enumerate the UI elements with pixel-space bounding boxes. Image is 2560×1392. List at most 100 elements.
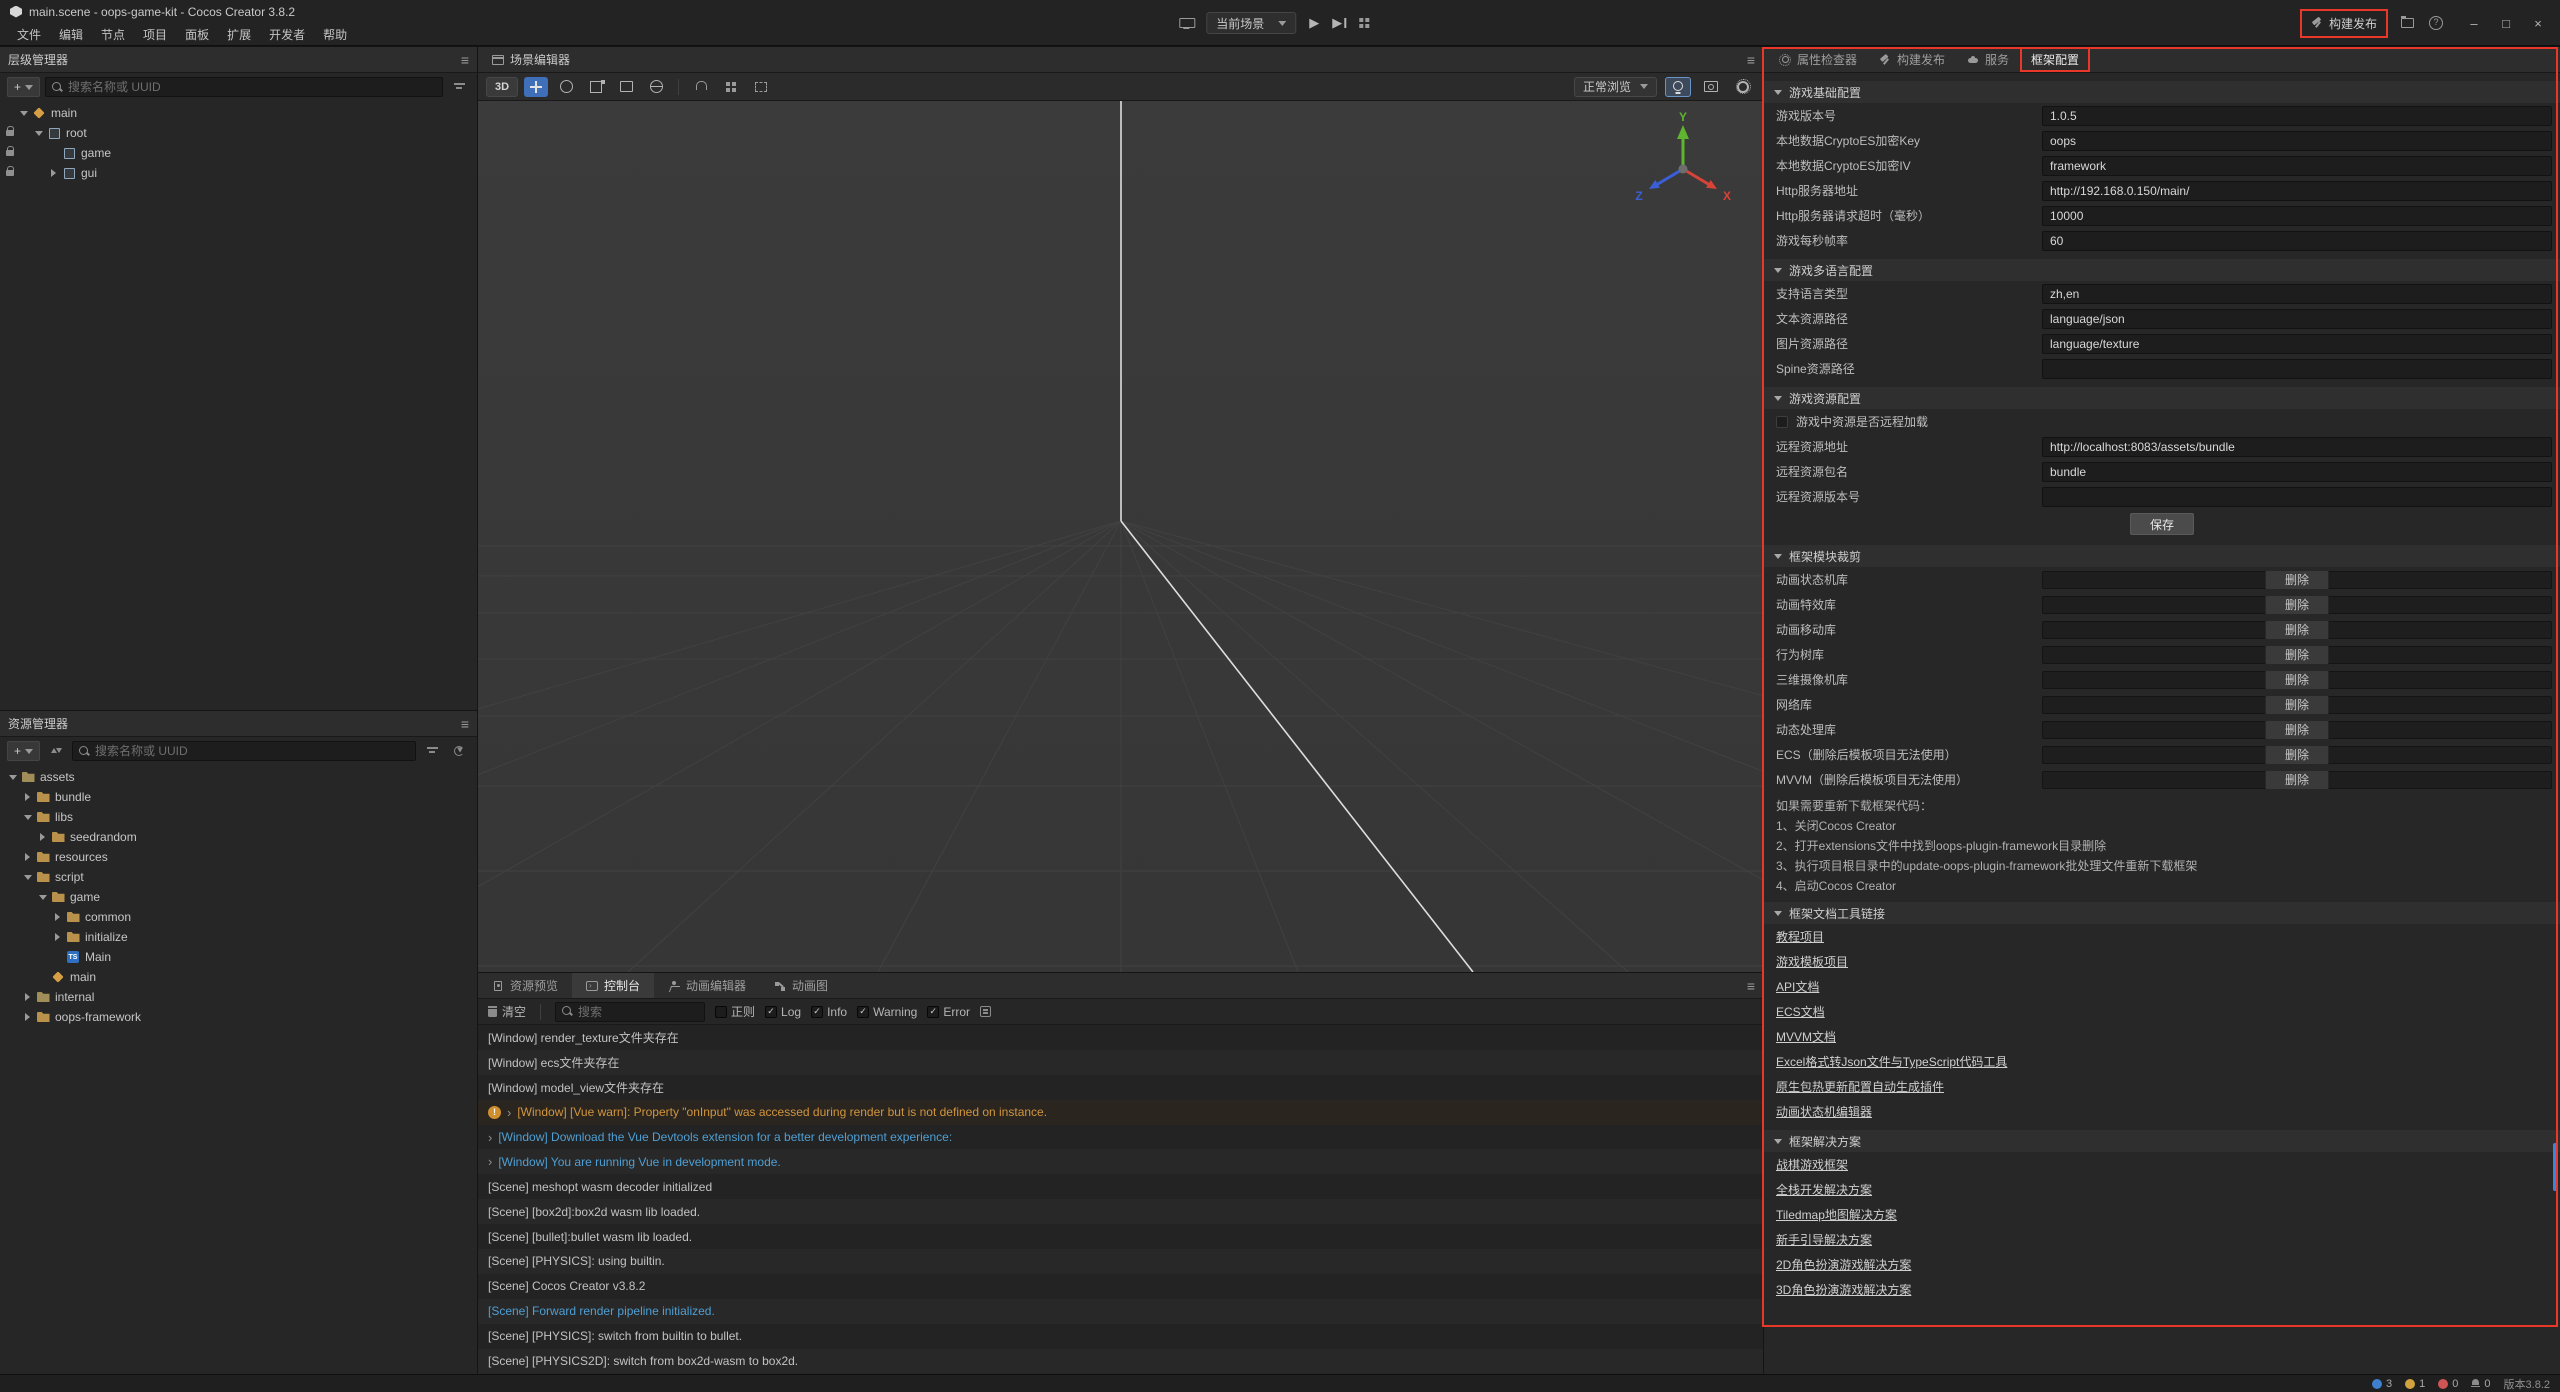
open-project-folder-icon[interactable] (2401, 18, 2414, 28)
gizmo-y-label[interactable]: Y (1679, 110, 1687, 124)
menu-item[interactable]: 面板 (176, 26, 218, 43)
lock-icon[interactable] (6, 150, 14, 156)
section-doc-links[interactable]: 框架文档工具链接 (1764, 902, 2560, 924)
console-log-line[interactable]: ! › [Window] You are running Vue in deve… (478, 1149, 1763, 1174)
doc-link[interactable]: 游戏模板项目 (1776, 953, 1848, 970)
delete-module-button[interactable]: 删除 (2265, 770, 2329, 790)
delete-module-button[interactable]: 删除 (2265, 720, 2329, 740)
scene-settings-button[interactable] (1731, 77, 1755, 97)
console-filter-checkbox[interactable]: ✓ Warning (857, 1005, 917, 1019)
inspector-tab[interactable]: 服务 (1956, 47, 2020, 72)
asset-row[interactable]: common (0, 907, 477, 927)
hierarchy-node-row[interactable]: game (0, 143, 477, 163)
console-log-line[interactable]: ! › [Window] ecs文件夹存在 (478, 1050, 1763, 1075)
maximize-button[interactable]: □ (2490, 8, 2522, 38)
section-basic-config[interactable]: 游戏基础配置 (1764, 81, 2560, 103)
hierarchy-node-row[interactable]: main (0, 103, 477, 123)
delete-module-button[interactable]: 删除 (2265, 645, 2329, 665)
console-filter-checkbox[interactable]: ✓ Log (765, 1005, 801, 1019)
asset-row[interactable]: main (0, 967, 477, 987)
console-log-line[interactable]: ! › [Window] Download the Vue Devtools e… (478, 1125, 1763, 1150)
console-log-line[interactable]: ! › [Scene] Forward render pipeline init… (478, 1299, 1763, 1324)
scale-tool-button[interactable] (584, 77, 608, 97)
assets-refresh-button[interactable] (448, 741, 470, 761)
bottom-panel-tab[interactable]: 控制台 (572, 973, 654, 998)
console-log-line[interactable]: ! › [Scene] Cocos Creator v3.8.2 (478, 1274, 1763, 1299)
expand-arrow-icon[interactable] (21, 793, 34, 801)
assets-sort-button[interactable] (45, 741, 67, 761)
property-input[interactable] (2042, 284, 2552, 304)
delete-module-button[interactable]: 删除 (2265, 745, 2329, 765)
scene-select-dropdown[interactable]: 当前场景 (1206, 12, 1296, 34)
build-publish-button[interactable]: 构建发布 (2302, 11, 2386, 36)
create-node-button[interactable]: + (7, 77, 40, 97)
property-input[interactable] (2042, 487, 2552, 507)
console-search-input[interactable] (578, 1005, 698, 1019)
play-button[interactable]: ▶ (1309, 15, 1319, 31)
expand-arrow-icon[interactable] (36, 895, 49, 900)
asset-row[interactable]: resources (0, 847, 477, 867)
expand-arrow-icon[interactable] (47, 169, 60, 177)
menu-item[interactable]: 项目 (134, 26, 176, 43)
expand-arrow-icon[interactable] (36, 833, 49, 841)
log-count-badge[interactable]: 3 (2372, 1378, 2392, 1390)
expand-arrow-icon[interactable]: › (488, 1131, 492, 1144)
bottom-panel-tab[interactable]: 资源预览 (478, 973, 572, 998)
property-input[interactable] (2042, 334, 2552, 354)
doc-link[interactable]: 教程项目 (1776, 928, 1824, 945)
scene-light-toggle[interactable] (1665, 77, 1691, 97)
doc-link[interactable]: 动画状态机编辑器 (1776, 1103, 1872, 1120)
expand-arrow-icon[interactable] (21, 993, 34, 1001)
section-solutions[interactable]: 框架解决方案 (1764, 1130, 2560, 1152)
doc-link[interactable]: API文档 (1776, 978, 1819, 995)
property-input[interactable] (2042, 462, 2552, 482)
move-tool-button[interactable] (524, 77, 548, 97)
expand-arrow-icon[interactable] (17, 111, 30, 116)
expand-arrow-icon[interactable] (51, 933, 64, 941)
asset-row[interactable]: internal (0, 987, 477, 1007)
assets-search-input[interactable] (95, 744, 215, 758)
solution-link[interactable]: Tiledmap地图解决方案 (1776, 1206, 1897, 1223)
console-log-line[interactable]: ! › [Scene] [bullet]:bullet wasm lib loa… (478, 1224, 1763, 1249)
asset-row[interactable]: Main (0, 947, 477, 967)
minimize-button[interactable]: – (2458, 8, 2490, 38)
hierarchy-node-row[interactable]: gui (0, 163, 477, 183)
console-filter-checkbox[interactable]: ✓ Error (927, 1005, 970, 1019)
solution-link[interactable]: 3D角色扮演游戏解决方案 (1776, 1281, 1911, 1298)
doc-link[interactable]: 原生包热更新配置自动生成插件 (1776, 1078, 1944, 1095)
console-log-line[interactable]: ! › [Scene] meshopt wasm decoder initial… (478, 1174, 1763, 1199)
rotate-tool-button[interactable] (554, 77, 578, 97)
console-report-icon[interactable] (980, 1006, 991, 1017)
property-input[interactable] (2042, 359, 2552, 379)
bottom-panel-tab[interactable]: 动画编辑器 (654, 973, 760, 998)
step-button[interactable]: ▶ (1332, 15, 1346, 31)
delete-module-button[interactable]: 删除 (2265, 695, 2329, 715)
property-input[interactable] (2042, 131, 2552, 151)
expand-arrow-icon[interactable] (21, 1013, 34, 1021)
bottom-panel-tab[interactable]: 动画图 (760, 973, 842, 998)
orientation-gizmo[interactable]: Y X Z (1623, 109, 1743, 219)
asset-row[interactable]: bundle (0, 787, 477, 807)
remote-load-checkbox[interactable] (1776, 416, 1788, 428)
menu-item[interactable]: 编辑 (50, 26, 92, 43)
console-log-line[interactable]: ! › [Scene] [PHYSICS]: using builtin. (478, 1249, 1763, 1274)
inspector-tab[interactable]: 框架配置 (2020, 47, 2090, 72)
close-button[interactable]: × (2522, 8, 2554, 38)
inspector-tab[interactable]: 构建发布 (1868, 47, 1956, 72)
console-log-line[interactable]: ! › [Scene] [box2d]:box2d wasm lib loade… (478, 1199, 1763, 1224)
snap-tool-button[interactable] (689, 77, 713, 97)
scene-camera-button[interactable] (1699, 77, 1723, 97)
console-log-line[interactable]: ! › [Window] [Vue warn]: Property "onInp… (478, 1100, 1763, 1125)
gizmo-x-label[interactable]: X (1723, 189, 1731, 203)
property-input[interactable] (2042, 206, 2552, 226)
scene-viewport[interactable]: Y X Z (478, 101, 1763, 972)
asset-row[interactable]: game (0, 887, 477, 907)
rect-tool-button[interactable] (614, 77, 638, 97)
panel-menu-icon[interactable]: ≡ (461, 717, 469, 731)
property-input[interactable] (2042, 106, 2552, 126)
solution-link[interactable]: 新手引导解决方案 (1776, 1231, 1872, 1248)
expand-arrow-icon[interactable] (51, 913, 64, 921)
console-log-line[interactable]: ! › [Window] model_view文件夹存在 (478, 1075, 1763, 1100)
console-filter-checkbox[interactable]: ✓ 正则 (715, 1003, 755, 1020)
asset-row[interactable]: libs (0, 807, 477, 827)
